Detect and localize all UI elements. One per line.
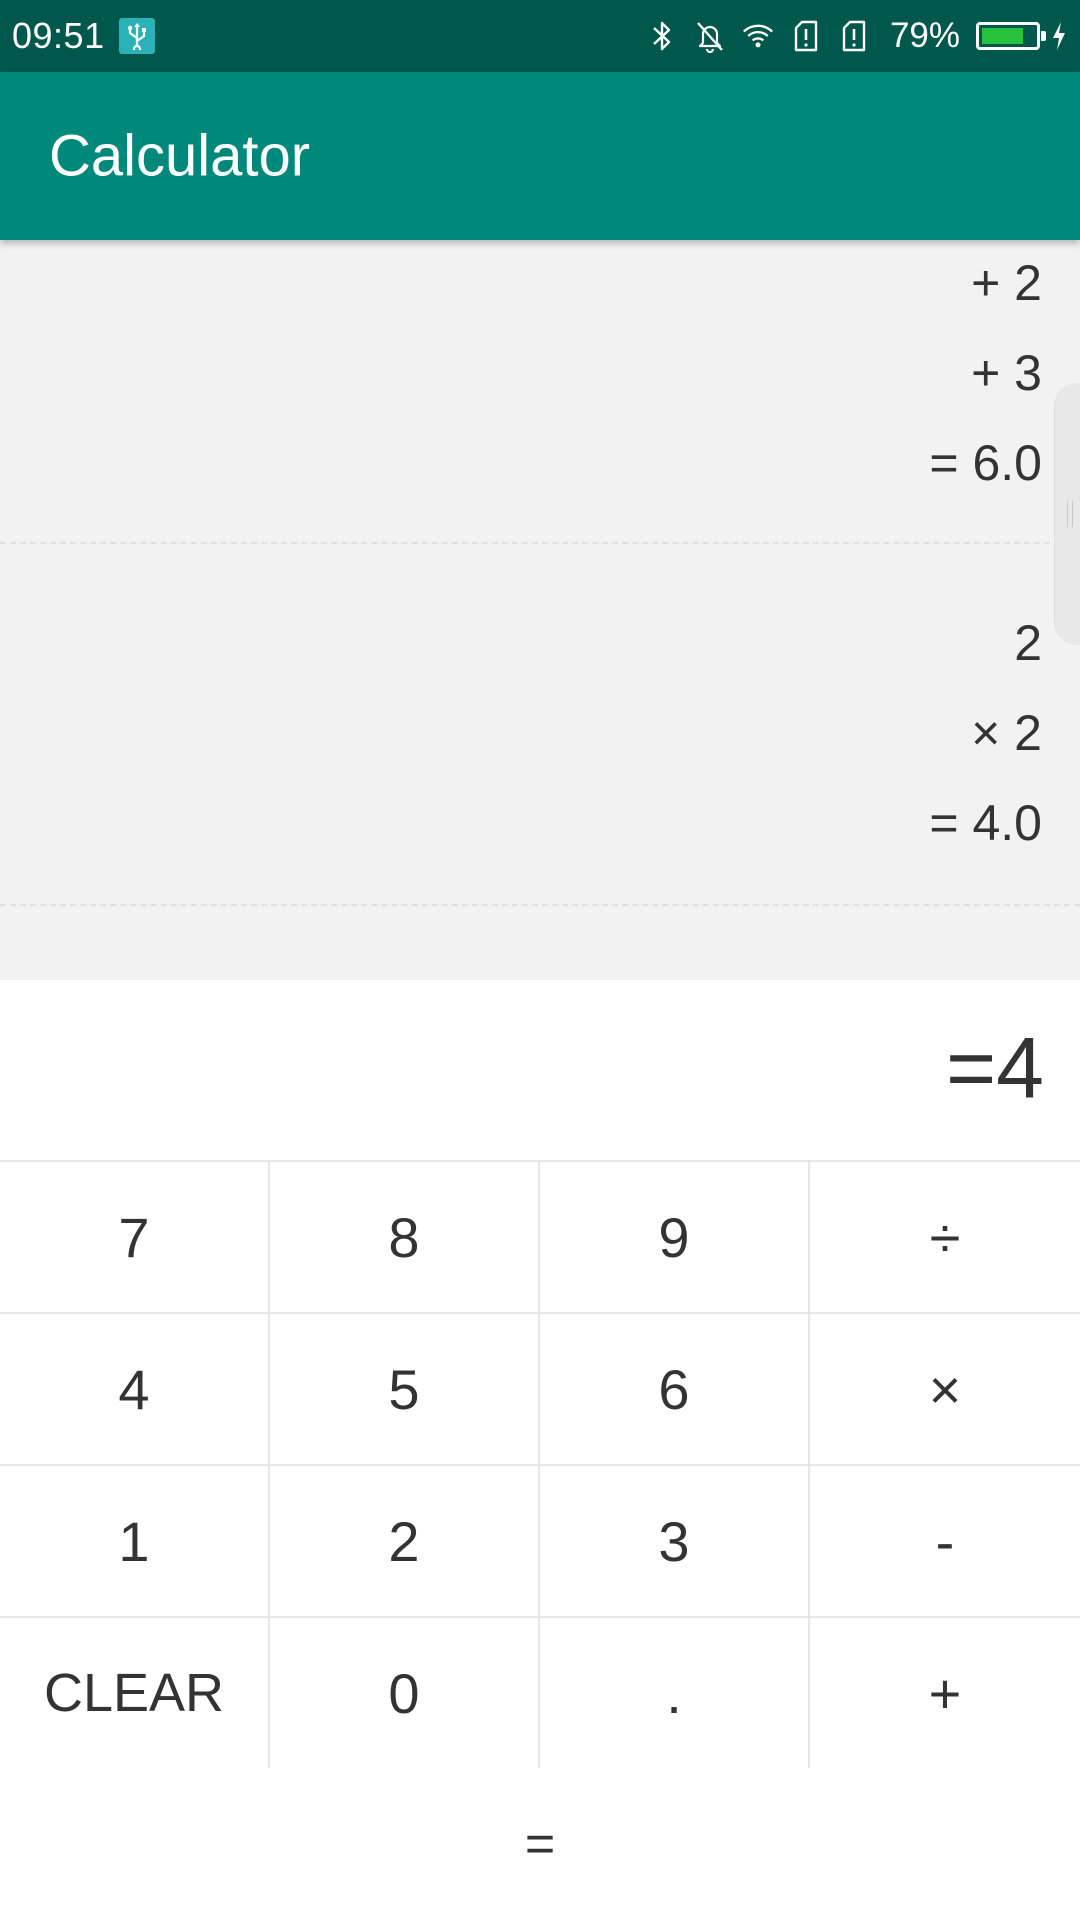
calculation-history[interactable]: + 2 + 3 = 6.0 2 × 2 = 4.0 [0,240,1080,980]
display-value: =4 [945,1020,1044,1117]
history-separator [0,542,1080,544]
battery-icon [976,22,1046,50]
bluetooth-icon [646,18,678,54]
status-bar: 09:51 79% [0,0,1080,72]
key-decimal[interactable]: . [540,1618,810,1770]
wifi-icon [742,18,774,54]
history-line: 2 [1014,615,1042,671]
history-separator [0,904,1080,906]
history-line: × 2 [971,705,1042,761]
app-bar: Calculator [0,72,1080,240]
key-multiply[interactable]: × [810,1314,1080,1466]
key-equals[interactable]: = [0,1768,1080,1920]
key-2[interactable]: 2 [270,1466,540,1618]
key-plus[interactable]: + [810,1618,1080,1770]
keypad: 7 8 9 ÷ 4 5 6 × 1 2 3 - CLEAR 0 . + [0,1160,1080,1770]
usb-icon [118,18,155,54]
key-1[interactable]: 1 [0,1466,270,1618]
key-4[interactable]: 4 [0,1314,270,1466]
charging-icon [1050,18,1068,54]
history-line: + 3 [971,345,1042,401]
key-9[interactable]: 9 [540,1162,810,1314]
history-result: = 6.0 [929,435,1042,491]
result-display: =4 [0,980,1080,1160]
key-0[interactable]: 0 [270,1618,540,1770]
sim-1-icon [790,18,822,54]
status-icons: 79% [646,16,1068,56]
key-divide[interactable]: ÷ [810,1162,1080,1314]
status-time: 09:51 [12,15,105,56]
notifications-off-icon [694,18,726,54]
sim-2-icon [838,18,870,54]
key-6[interactable]: 6 [540,1314,810,1466]
app-title: Calculator [49,123,311,189]
key-7[interactable]: 7 [0,1162,270,1314]
battery-percent: 79% [889,16,960,55]
key-clear[interactable]: CLEAR [0,1618,270,1770]
key-minus[interactable]: - [810,1466,1080,1618]
key-8[interactable]: 8 [270,1162,540,1314]
key-5[interactable]: 5 [270,1314,540,1466]
history-result: = 4.0 [929,795,1042,851]
history-line: + 2 [971,255,1042,311]
grip-icon [1067,501,1073,527]
edge-panel-handle[interactable] [1054,383,1080,645]
key-3[interactable]: 3 [540,1466,810,1618]
